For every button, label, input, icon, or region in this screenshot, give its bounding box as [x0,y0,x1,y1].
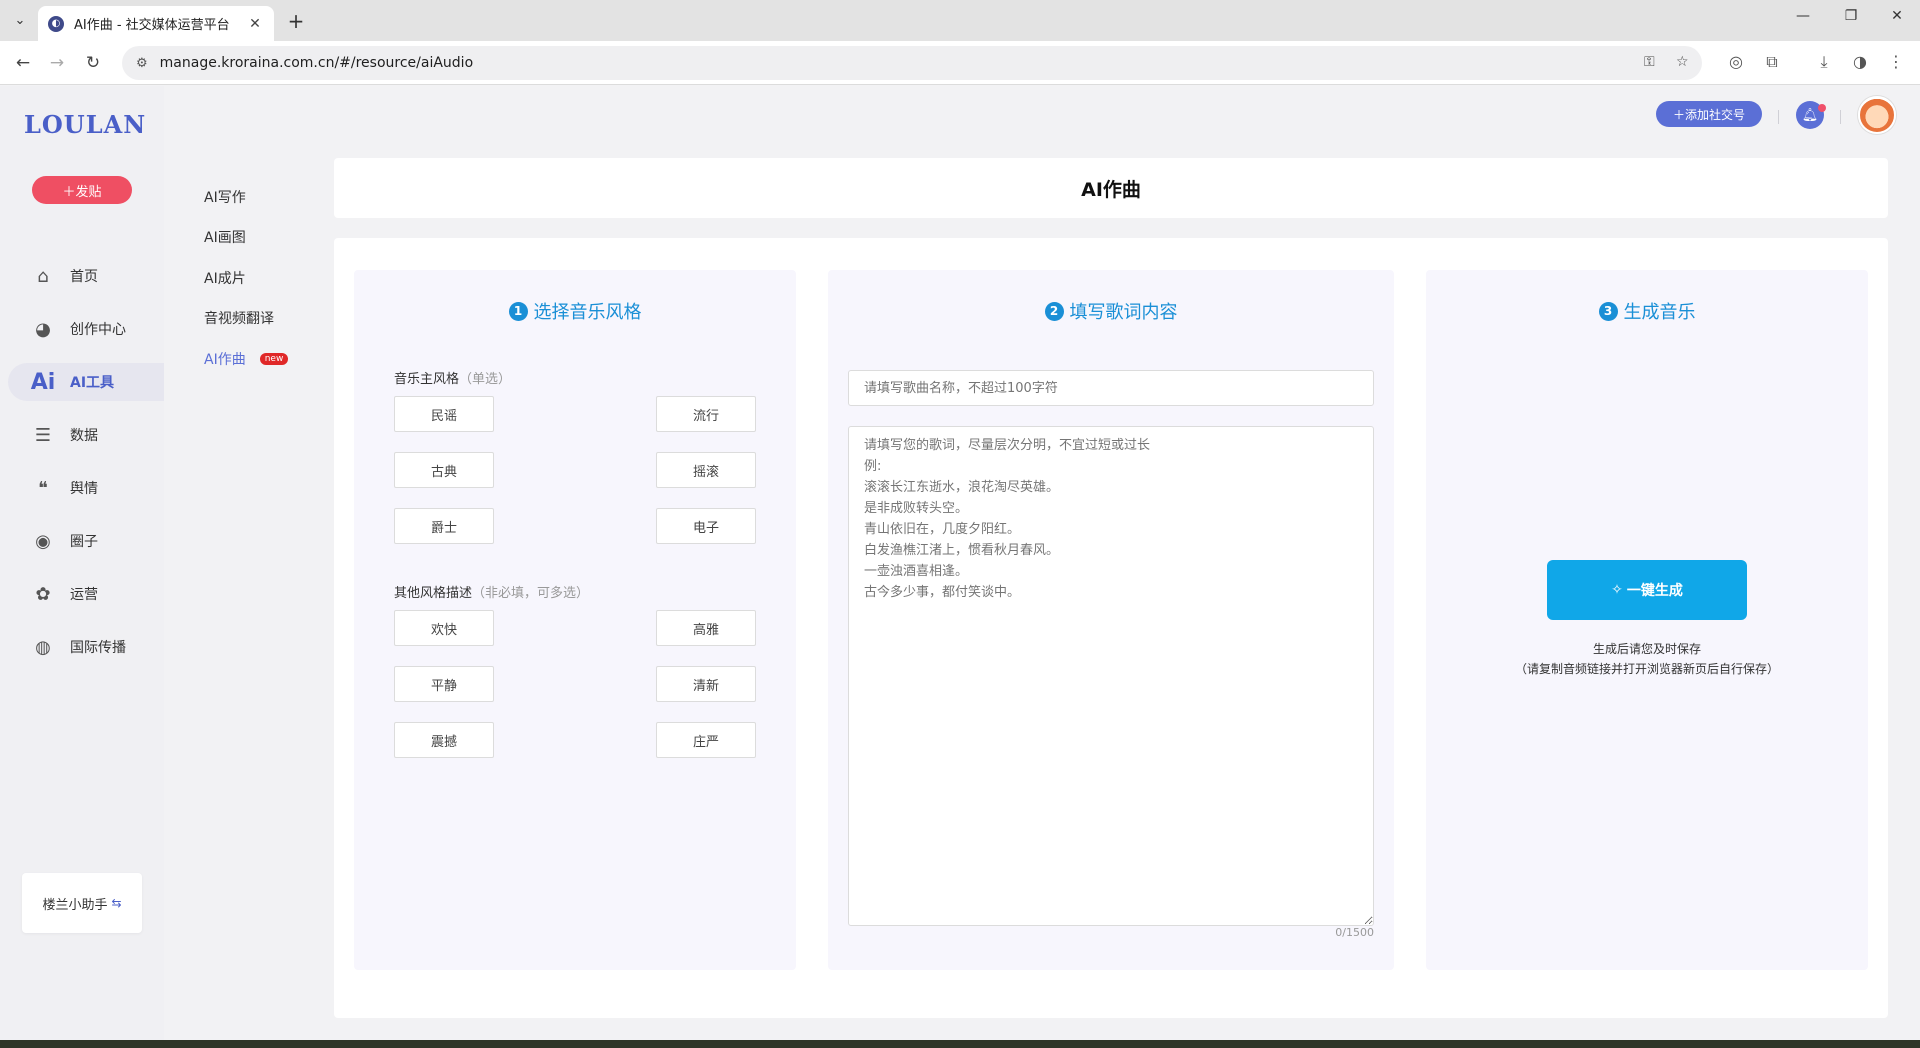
os-taskbar [0,1040,1920,1048]
nav-label: 数据 [70,428,98,444]
step2-title: 2 填写歌词内容 [828,298,1394,324]
lyrics-panel: 2 填写歌词内容 0/1500 [828,270,1394,970]
browser-address-bar: ← → ↻ ⚙ manage.kroraina.com.cn/#/resourc… [0,41,1920,85]
minimize-icon[interactable]: — [1780,8,1826,24]
divider [1840,110,1841,124]
extension-circle-icon[interactable]: ◎ [1724,52,1748,71]
step-number-badge: 2 [1044,301,1064,321]
save-note: 生成后请您及时保存 [1592,642,1701,656]
page-title: AI作曲 [1081,178,1141,201]
step3-title: 3 生成音乐 [1426,298,1868,324]
mood-option-cheerful[interactable]: 欢快 [394,610,494,646]
nav-label: 舆情 [70,481,98,497]
tab-search-chevron-icon[interactable]: ⌄ [8,9,32,31]
main-style-label: 音乐主风格（单选） [394,372,512,387]
nav-item-opinion[interactable]: ❝ 舆情 [8,469,164,507]
password-key-icon[interactable]: ⚿ [1644,54,1655,70]
divider [1778,110,1779,124]
operations-icon: ✿ [35,583,51,605]
lyrics-char-counter: 0/1500 [1335,926,1374,939]
nav-item-creation[interactable]: ◕ 创作中心 [8,310,164,348]
step-number-badge: 3 [1598,301,1618,321]
style-option-jazz[interactable]: 爵士 [394,508,494,544]
download-icon[interactable]: ⤓ [1812,52,1836,72]
step1-title: 1 选择音乐风格 [354,298,796,324]
notification-dot [1818,104,1826,112]
style-option-classical[interactable]: 古典 [394,452,494,488]
subnav-ai-writing[interactable]: AI写作 [204,187,246,207]
nav-item-operations[interactable]: ✿ 运营 [8,575,164,613]
step-number-badge: 1 [508,301,528,321]
nav-label: AI工具 [70,375,115,391]
nav-item-international[interactable]: ◍ 国际传播 [8,628,164,666]
nav-label: 圈子 [70,534,98,550]
nav-item-home[interactable]: ⌂ 首页 [8,257,164,295]
ai-tools-subnav: AI写作 AI画图 AI成片 音视频翻译 AI作曲 new [164,86,334,1040]
style-option-rock[interactable]: 摇滚 [656,452,756,488]
forward-icon[interactable]: → [44,51,70,75]
mood-option-shocking[interactable]: 震撼 [394,722,494,758]
url-text: manage.kroraina.com.cn/#/resource/aiAudi… [159,55,474,71]
compass-icon: ◉ [35,530,51,552]
page-header: AI作曲 [334,158,1888,218]
nav-label: 运营 [70,587,98,603]
add-social-account-button[interactable]: ＋添加社交号 [1656,101,1762,127]
back-icon[interactable]: ← [10,51,36,75]
style-option-electronic[interactable]: 电子 [656,508,756,544]
profile-icon[interactable]: ◑ [1848,52,1872,71]
reload-icon[interactable]: ↻ [80,51,106,75]
palette-icon: ◕ [35,318,51,340]
subnav-ai-compose[interactable]: AI作曲 new [204,349,289,369]
song-name-input[interactable] [848,370,1374,406]
close-window-icon[interactable]: ✕ [1874,8,1920,24]
style-option-pop[interactable]: 流行 [656,396,756,432]
nav-item-data[interactable]: ☰ 数据 [8,416,164,454]
other-style-label: 其他风格描述（非必填，可多选） [394,586,590,601]
generate-panel: 3 生成音乐 ✧ 一键生成 生成后请您及时保存 （请复制音频链接并打开浏览器新页… [1426,270,1868,970]
bookmark-star-icon[interactable]: ☆ [1676,54,1689,70]
generate-music-button[interactable]: ✧ 一键生成 [1547,560,1747,620]
nav-label: 国际传播 [70,640,126,656]
subnav-av-translate[interactable]: 音视频翻译 [204,308,274,328]
browser-tab-bar: ⌄ ◐ AI作曲 - 社交媒体运营平台 ✕ + — ❐ ✕ [0,0,1920,41]
extensions-puzzle-icon[interactable]: ⧉ [1760,52,1784,72]
browser-menu-icon[interactable]: ⋮ [1884,52,1908,71]
mood-option-calm[interactable]: 平静 [394,666,494,702]
subnav-ai-drawing[interactable]: AI画图 [204,227,246,247]
url-field[interactable]: ⚙ manage.kroraina.com.cn/#/resource/aiAu… [122,46,1702,80]
nav-item-ai-tools[interactable]: Ai AI工具 [8,363,164,401]
app-logo[interactable]: LOULAN [24,110,146,139]
new-badge: new [259,353,289,365]
site-settings-icon[interactable]: ⚙ [136,56,148,71]
assistant-widget[interactable]: 楼兰小助手 ⇆ [22,873,142,933]
tab-title: AI作曲 - 社交媒体运营平台 [74,18,230,33]
magic-wand-icon: ✧ [1611,582,1623,598]
quote-icon: ❝ [38,477,48,499]
style-option-folk[interactable]: 民谣 [394,396,494,432]
browser-tab-active[interactable]: ◐ AI作曲 - 社交媒体运营平台 ✕ [38,6,274,41]
mood-option-solemn[interactable]: 庄严 [656,722,756,758]
mood-option-fresh[interactable]: 清新 [656,666,756,702]
new-tab-icon[interactable]: + [284,9,308,33]
save-instructions: （请复制音频链接并打开浏览器新页后自行保存） [1514,662,1779,676]
ai-icon: Ai [30,369,56,395]
nav-label: 创作中心 [70,322,126,338]
nav-label: 首页 [70,269,98,285]
swap-icon: ⇆ [111,896,122,910]
post-button[interactable]: ＋发贴 [32,176,132,204]
site-favicon-icon: ◐ [48,15,64,32]
restore-icon[interactable]: ❐ [1828,8,1874,24]
style-selection-panel: 1 选择音乐风格 音乐主风格（单选） 民谣 流行 古典 摇滚 爵士 电子 其他风… [354,270,796,970]
globe-icon: ◍ [35,636,51,658]
main-sidebar: LOULAN ＋发贴 ⌂ 首页 ◕ 创作中心 Ai AI工具 ☰ 数据 ❝ 舆情… [0,86,164,1040]
home-icon: ⌂ [37,265,49,287]
database-icon: ☰ [34,424,52,446]
mood-option-elegant[interactable]: 高雅 [656,610,756,646]
lyrics-textarea[interactable] [848,426,1374,926]
subnav-ai-video[interactable]: AI成片 [204,268,246,288]
nav-item-circle[interactable]: ◉ 圈子 [8,522,164,560]
tab-close-icon[interactable]: ✕ [246,16,264,32]
user-avatar[interactable] [1858,96,1896,134]
assistant-label: 楼兰小助手 [42,897,108,913]
